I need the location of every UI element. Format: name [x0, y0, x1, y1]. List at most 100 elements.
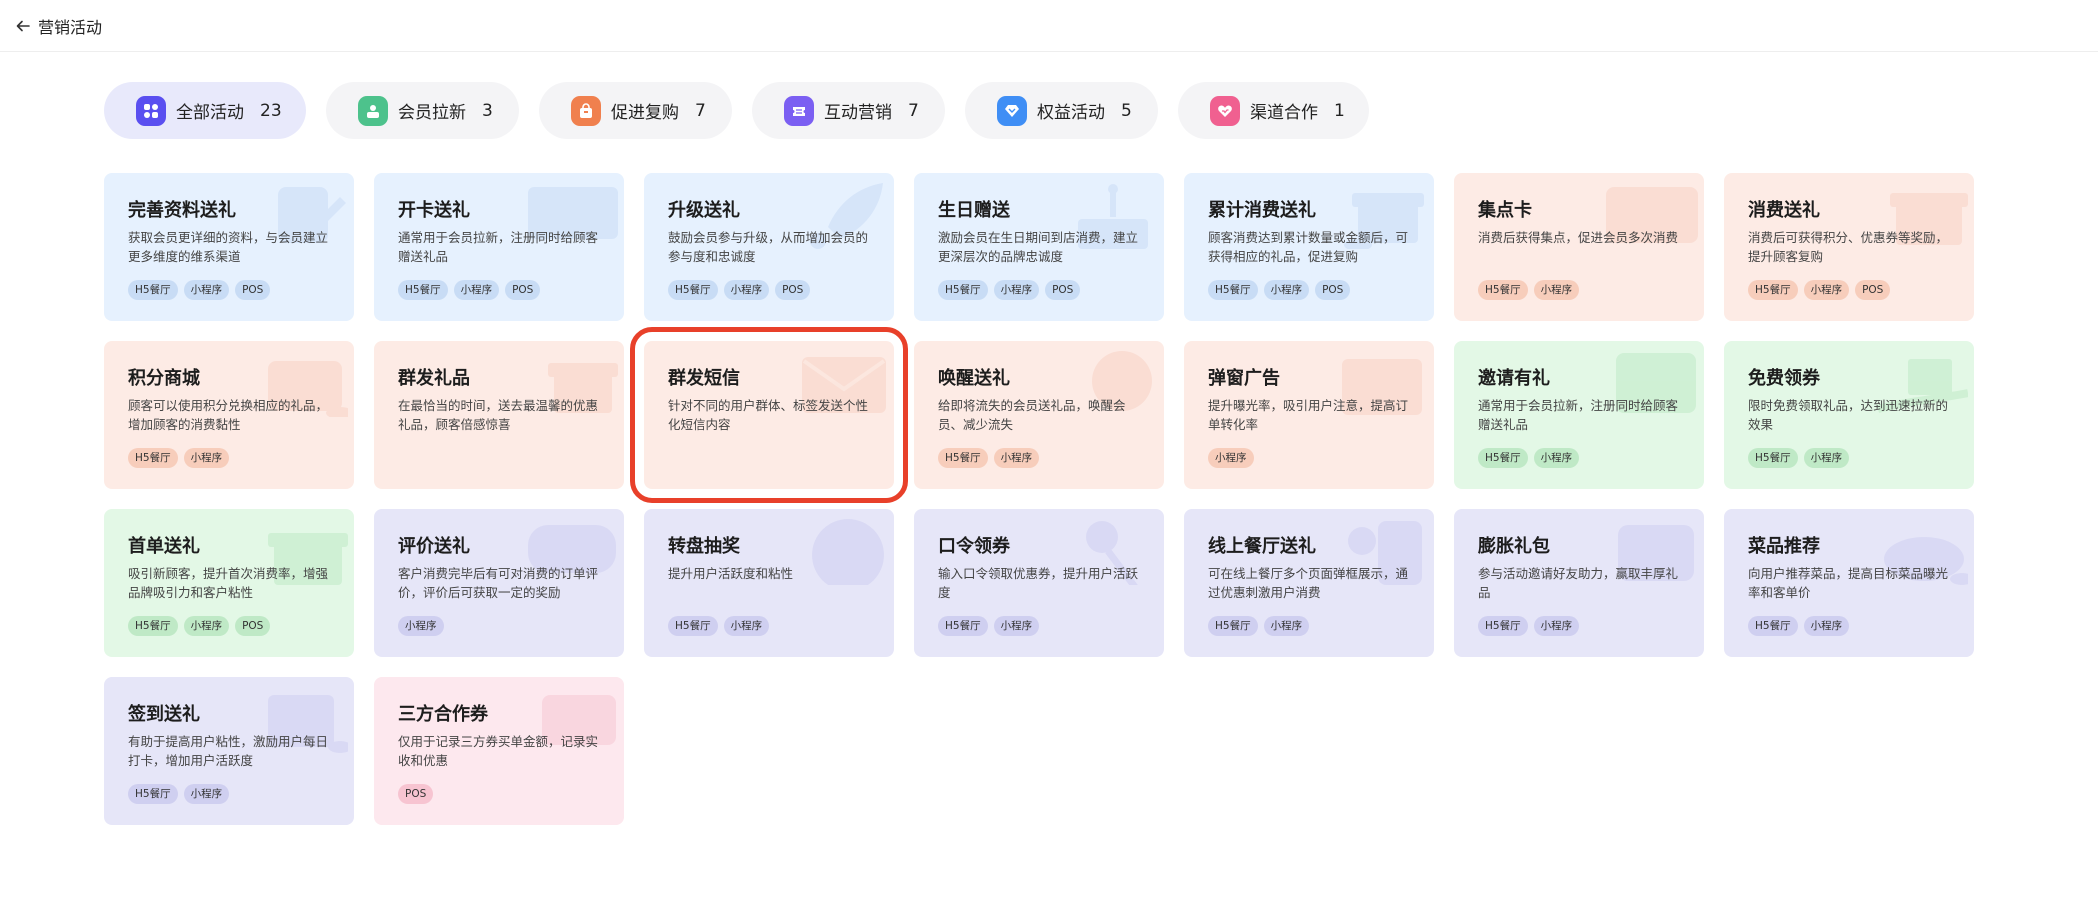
channel-tag: 小程序	[1533, 280, 1580, 300]
card-title: 升级送礼	[668, 200, 740, 221]
card-description: 通常用于会员拉新，注册同时给顾客赠送礼品	[1478, 398, 1679, 432]
grid-apps-icon	[136, 95, 166, 126]
channel-tag: 小程序	[993, 448, 1040, 468]
card-description: 提升曝光率，吸引用户注意，提高订单转化率	[1208, 398, 1409, 432]
channel-tag: H5餐厅	[1748, 448, 1798, 468]
activity-card[interactable]: 累计消费送礼 顾客消费达到累计数量或金额后，可获得相应的礼品，促进复购 H5餐厅 小程…	[1184, 173, 1434, 321]
activity-card[interactable]: 完善资料送礼 获取会员更详细的资料，与会员建立更多维度的维系渠道 H5餐厅 小程序 PO…	[104, 173, 354, 321]
card-description: 客户消费完毕后有可对消费的订单评价，评价后可获取一定的奖励	[398, 566, 599, 600]
channel-tag: 小程序	[453, 280, 500, 300]
card-title: 菜品推荐	[1748, 536, 1820, 557]
activity-card[interactable]: 消费送礼 消费后可获得积分、优惠券等奖励，提升顾客复购 H5餐厅 小程序 POS	[1724, 173, 1974, 321]
card-description: 向用户推荐菜品，提高目标菜品曝光率和客单价	[1748, 566, 1949, 600]
activity-card[interactable]: 免费领券 限时免费领取礼品，达到迅速拉新的效果 H5餐厅 小程序	[1724, 341, 1974, 489]
card-title: 线上餐厅送礼	[1208, 536, 1316, 557]
activity-card[interactable]: 开卡送礼 通常用于会员拉新，注册同时给顾客赠送礼品 H5餐厅 小程序 POS	[374, 173, 624, 321]
channel-tags: H5餐厅 小程序	[668, 616, 872, 636]
activity-card[interactable]: 口令领券 输入口令领取优惠券，提升用户活跃度 H5餐厅 小程序	[914, 509, 1164, 657]
activity-card[interactable]: 积分商城 顾客可以使用积分兑换相应的礼品，增加顾客的消费黏性 H5餐厅 小程序	[104, 341, 354, 489]
channel-tag: H5餐厅	[938, 448, 988, 468]
channel-tags: H5餐厅 小程序	[1748, 616, 1952, 636]
channel-tag: 小程序	[1263, 280, 1310, 300]
ticket-icon	[784, 95, 814, 126]
channel-tag: POS	[235, 616, 271, 636]
channel-tag: 小程序	[993, 280, 1040, 300]
card-description: 顾客可以使用积分兑换相应的礼品，增加顾客的消费黏性	[128, 398, 329, 432]
channel-tags: H5餐厅 小程序	[1478, 280, 1682, 300]
card-description: 提升用户活跃度和粘性	[668, 566, 794, 581]
channel-tag: 小程序	[1803, 448, 1850, 468]
card-description: 参与活动邀请好友助力，赢取丰厚礼品	[1478, 566, 1679, 600]
activity-card[interactable]: 集点卡 消费后获得集点，促进会员多次消费 H5餐厅 小程序	[1454, 173, 1704, 321]
tab-interactive-marketing[interactable]: 互动营销 7	[752, 82, 945, 139]
channel-tags: H5餐厅 小程序 POS	[938, 280, 1142, 300]
channel-tag: 小程序	[993, 616, 1040, 636]
tab-channel-cooperation[interactable]: 渠道合作 1	[1178, 82, 1369, 139]
channel-tag: H5餐厅	[128, 784, 178, 804]
activity-card[interactable]: 膨胀礼包 参与活动邀请好友助力，赢取丰厚礼品 H5餐厅 小程序	[1454, 509, 1704, 657]
arrow-left-icon	[14, 17, 32, 35]
channel-tags: H5餐厅 小程序	[128, 448, 332, 468]
channel-tag: 小程序	[1803, 616, 1850, 636]
card-title: 弹窗广告	[1208, 368, 1280, 389]
tab-label: 权益活动	[1037, 103, 1105, 123]
card-description: 有助于提高用户粘性，激励用户每日打卡，增加用户活跃度	[128, 734, 329, 768]
channel-tag: POS	[398, 784, 434, 804]
card-description: 输入口令领取优惠券，提升用户活跃度	[938, 566, 1139, 600]
tab-benefit-activities[interactable]: 权益活动 5	[965, 82, 1158, 139]
member-card-icon	[358, 95, 388, 126]
activity-card[interactable]: 首单送礼 吸引新顾客，提升首次消费率，增强品牌吸引力和客户粘性 H5餐厅 小程序 POS	[104, 509, 354, 657]
tab-count: 3	[482, 100, 493, 121]
activity-card[interactable]: 群发礼品 在最恰当的时间，送去最温馨的优惠礼品，顾客倍感惊喜	[374, 341, 624, 489]
activity-card[interactable]: 转盘抽奖 提升用户活跃度和粘性 H5餐厅 小程序	[644, 509, 894, 657]
activity-card[interactable]: 签到送礼有助于提高用户粘性，激励用户每日打卡，增加用户活跃度 H5餐厅 小程序	[104, 677, 354, 825]
channel-tag: 小程序	[1208, 448, 1254, 468]
channel-tags: POS	[398, 784, 602, 804]
page-title: 营销活动	[38, 17, 103, 37]
tab-repurchase[interactable]: 促进复购 7	[539, 82, 732, 139]
channel-tags: 小程序	[398, 616, 602, 636]
channel-tags: 小程序	[1208, 448, 1412, 468]
card-title: 累计消费送礼	[1208, 200, 1316, 221]
card-description: 仅用于记录三方券买单金额，记录实收和优惠	[398, 734, 599, 768]
activity-card[interactable]: 评价送礼客户消费完毕后有可对消费的订单评价，评价后可获取一定的奖励小程序	[374, 509, 624, 657]
card-description: 获取会员更详细的资料，与会员建立更多维度的维系渠道	[128, 230, 329, 264]
back-button[interactable]: 营销活动	[14, 14, 102, 38]
activity-card[interactable]: 升级送礼 鼓励会员参与升级，从而增加会员的参与度和忠诚度 H5餐厅 小程序 POS	[644, 173, 894, 321]
tab-member-acquisition[interactable]: 会员拉新 3	[326, 82, 519, 139]
activity-card[interactable]: 群发短信 针对不同的用户群体、标签发送个性化短信内容	[630, 327, 908, 503]
tab-count: 23	[260, 100, 282, 121]
channel-tags: H5餐厅 小程序	[938, 616, 1142, 636]
channel-tag: 小程序	[723, 616, 770, 636]
channel-tag: POS	[775, 280, 811, 300]
channel-tag: H5餐厅	[1478, 448, 1528, 468]
activity-card[interactable]: 生日赠送 激励会员在生日期间到店消费，建立更深层次的品牌忠诚度 H5餐厅 小程序 POS	[914, 173, 1164, 321]
channel-tag: POS	[1855, 280, 1891, 300]
activity-card[interactable]: 弹窗广告提升曝光率，吸引用户注意，提高订单转化率小程序	[1184, 341, 1434, 489]
card-description: 激励会员在生日期间到店消费，建立更深层次的品牌忠诚度	[938, 230, 1139, 264]
channel-tag: 小程序	[1803, 280, 1850, 300]
channel-tag: H5餐厅	[128, 616, 178, 636]
channel-tags: H5餐厅 小程序 POS	[128, 280, 332, 300]
card-description: 可在线上餐厅多个页面弹框展示，通过优惠刺激用户消费	[1208, 566, 1409, 600]
card-title: 评价送礼	[398, 536, 470, 557]
channel-tag: H5餐厅	[668, 280, 718, 300]
tab-label: 促进复购	[611, 103, 679, 123]
activity-card[interactable]: 三方合作券 仅用于记录三方券买单金额，记录实收和优惠 POS	[374, 677, 624, 825]
card-title: 邀请有礼	[1478, 368, 1550, 389]
card-title: 开卡送礼	[398, 200, 470, 221]
card-description: 限时免费领取礼品，达到迅速拉新的效果	[1748, 398, 1949, 432]
activity-card[interactable]: 菜品推荐向用户推荐菜品，提高目标菜品曝光率和客单价 H5餐厅 小程序	[1724, 509, 1974, 657]
channel-tags: H5餐厅 小程序	[128, 784, 332, 804]
card-title: 签到送礼	[128, 704, 200, 725]
channel-tag: H5餐厅	[1478, 280, 1528, 300]
tab-count: 1	[1334, 100, 1345, 121]
tab-all-activities[interactable]: 全部活动 23	[104, 82, 306, 139]
card-description: 给即将流失的会员送礼品，唤醒会员、减少流失	[938, 398, 1126, 432]
activity-card[interactable]: 唤醒送礼 给即将流失的会员送礼品，唤醒会员、减少流失 H5餐厅 小程序	[914, 341, 1164, 489]
activity-card[interactable]: 线上餐厅送礼 可在线上餐厅多个页面弹框展示，通过优惠刺激用户消费 H5餐厅 小程序	[1184, 509, 1434, 657]
activity-card[interactable]: 邀请有礼通常用于会员拉新，注册同时给顾客赠送礼品 H5餐厅 小程序	[1454, 341, 1704, 489]
channel-tag: 小程序	[183, 280, 230, 300]
channel-tag: H5餐厅	[398, 280, 448, 300]
channel-tags: H5餐厅 小程序	[1478, 448, 1682, 468]
